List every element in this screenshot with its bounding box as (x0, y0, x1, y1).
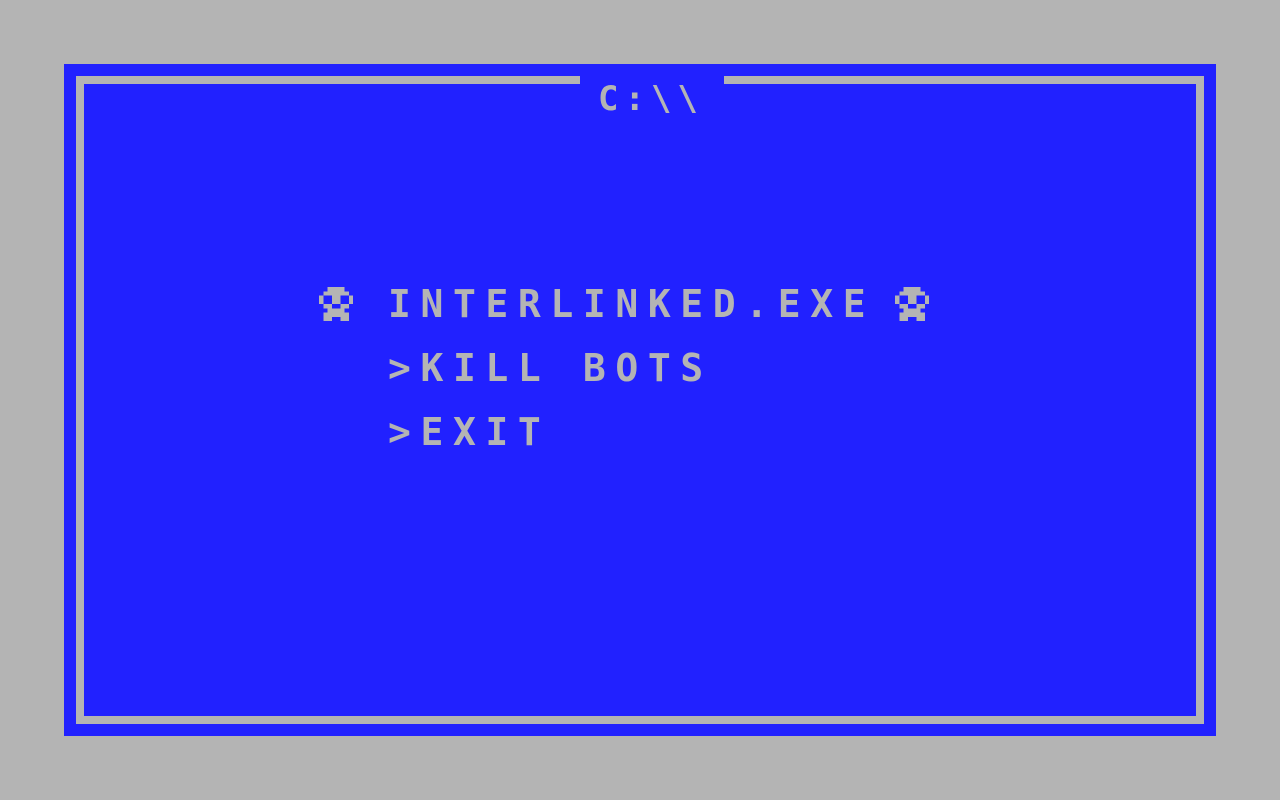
menu-title: INTERLINKED.EXE (388, 282, 876, 326)
window-title: C:\\ (598, 79, 704, 119)
skull-icon (319, 287, 353, 321)
window-border: C:\\ (76, 72, 1204, 724)
window-border-inner (84, 84, 1196, 716)
menu-item-exit[interactable]: >EXIT (388, 412, 550, 452)
skull-icon (895, 287, 929, 321)
menu-item-kill-bots[interactable]: >KILL BOTS (388, 348, 713, 388)
terminal-window: C:\\ (64, 64, 1216, 736)
